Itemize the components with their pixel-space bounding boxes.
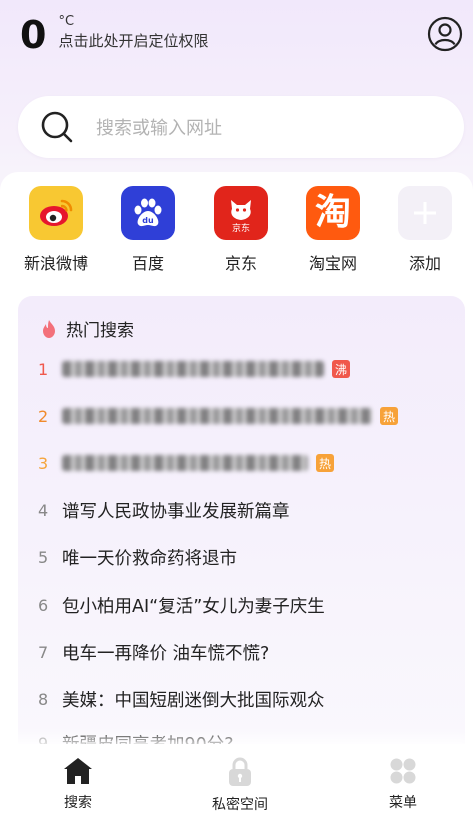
hot-search-item-6[interactable]: 6 包小柏用AI“复活”女儿为妻子庆生 — [38, 590, 325, 620]
lock-icon — [229, 757, 251, 786]
headline: 包小柏用AI“复活”女儿为妻子庆生 — [62, 596, 325, 617]
hot-search-item-4[interactable]: 4 谱写人民政协事业发展新篇章 — [38, 495, 290, 525]
tab-menu[interactable]: 菜单 — [353, 756, 453, 812]
location-permission-prompt[interactable]: 点击此处开启定位权限 — [58, 30, 208, 52]
rank-number: 1 — [38, 359, 49, 379]
blurred-headline — [62, 408, 372, 424]
blurred-headline — [62, 361, 324, 377]
shortcut-jd[interactable]: 京东 京东 — [201, 186, 281, 274]
rank-number: 7 — [38, 642, 49, 662]
hot-search-item-5[interactable]: 5 唯一天价救命药将退市 — [38, 542, 237, 572]
badge-hot: 热 — [316, 454, 334, 472]
temperature-unit: °C — [58, 14, 75, 29]
hot-search-item-7[interactable]: 7 电车一再降价 油车慌不慌? — [38, 637, 269, 667]
search-bar[interactable]: 搜索或输入网址 — [18, 96, 464, 158]
search-input[interactable]: 搜索或输入网址 — [96, 114, 222, 140]
shortcut-add[interactable]: 添加 — [385, 186, 465, 274]
shortcut-label: 新浪微博 — [23, 254, 88, 273]
user-avatar-icon[interactable] — [427, 16, 463, 52]
tab-label: 菜单 — [389, 795, 417, 811]
temperature: 0 — [20, 13, 47, 57]
badge-hot: 热 — [380, 407, 398, 425]
content-panel: 新浪微博 du 百度 京东 京东 淘 淘宝网 添加 热门搜索 1 沸 2 热 3… — [0, 172, 473, 820]
hot-search-header: 热门搜索 — [40, 316, 134, 341]
home-icon — [64, 758, 92, 784]
svg-text:du: du — [142, 216, 154, 225]
taobao-icon: 淘 — [306, 186, 360, 240]
hot-search-title: 热门搜索 — [66, 321, 134, 341]
jd-icon: 京东 — [214, 186, 268, 240]
hot-search-section: 热门搜索 1 沸 2 热 3 热 4 谱写人民政协事业发展新篇章 5 唯一天价救… — [18, 296, 465, 756]
headline: 谱写人民政协事业发展新篇章 — [62, 501, 290, 522]
shortcut-label: 添加 — [408, 254, 441, 273]
shortcut-label: 百度 — [131, 254, 164, 273]
badge-boiling: 沸 — [332, 360, 350, 378]
headline: 唯一天价救命药将退市 — [62, 548, 237, 569]
tab-private-space[interactable]: 私密空间 — [190, 756, 290, 814]
blurred-headline — [62, 455, 308, 471]
shortcut-taobao[interactable]: 淘 淘宝网 — [293, 186, 373, 274]
hot-search-item-8[interactable]: 8 美媒：中国短剧迷倒大批国际观众 — [38, 684, 325, 714]
flame-icon — [43, 319, 55, 338]
headline: 美媒：中国短剧迷倒大批国际观众 — [62, 690, 325, 711]
bottom-tab-bar: 搜索 私密空间 菜单 — [0, 744, 473, 820]
tab-label: 私密空间 — [212, 797, 268, 813]
hot-search-item-3[interactable]: 3 热 — [38, 448, 334, 478]
tab-label: 搜索 — [64, 795, 92, 811]
rank-number: 8 — [38, 689, 49, 709]
rank-number: 5 — [38, 547, 49, 567]
rank-number: 6 — [38, 595, 49, 615]
headline: 电车一再降价 油车慌不慌? — [62, 643, 270, 664]
rank-number: 2 — [38, 406, 49, 426]
hot-search-item-1[interactable]: 1 沸 — [38, 354, 350, 384]
baidu-icon: du — [121, 186, 175, 240]
hot-search-item-2[interactable]: 2 热 — [38, 401, 398, 431]
shortcut-label: 淘宝网 — [308, 254, 357, 273]
shortcut-baidu[interactable]: du 百度 — [108, 186, 188, 274]
menu-grid-icon — [390, 758, 416, 784]
search-icon — [41, 111, 73, 143]
shortcut-weibo[interactable]: 新浪微博 — [16, 186, 96, 274]
rank-number: 4 — [38, 500, 49, 520]
svg-text:京东: 京东 — [232, 222, 250, 234]
add-icon — [398, 186, 452, 240]
weibo-icon — [29, 186, 83, 240]
tab-search[interactable]: 搜索 — [28, 756, 128, 812]
shortcut-label: 京东 — [224, 254, 257, 273]
rank-number: 3 — [38, 453, 49, 473]
weather-widget[interactable]: 0 °C 点击此处开启定位权限 — [20, 12, 208, 58]
